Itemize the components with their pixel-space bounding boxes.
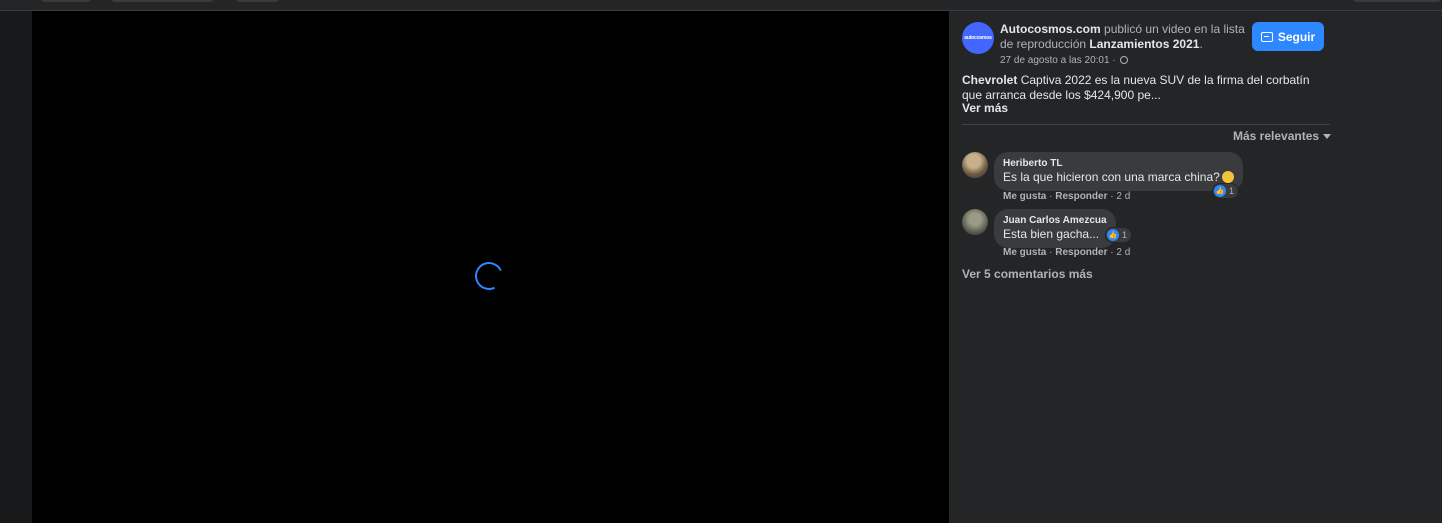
reply-link[interactable]: Responder — [1055, 247, 1107, 258]
top-bar-tab[interactable] — [40, 0, 92, 2]
playlist-link[interactable]: Lanzamientos 2021 — [1089, 37, 1199, 51]
post-side-panel: autocosmos Autocosmos.com publicó un vid… — [949, 11, 1442, 523]
loading-spinner-icon — [471, 258, 507, 294]
sort-dropdown[interactable]: Más relevantes — [1233, 129, 1332, 143]
see-more-link[interactable]: Ver más — [962, 101, 1008, 115]
sort-label: Más relevantes — [1233, 129, 1320, 143]
comment-author[interactable]: Heriberto TL — [1003, 158, 1234, 170]
top-bar-tab[interactable] — [1352, 0, 1442, 2]
page-avatar[interactable]: autocosmos — [962, 22, 994, 54]
comment-reactions[interactable]: 👍 1 — [1106, 228, 1132, 242]
comment-time[interactable]: 2 d — [1116, 247, 1130, 258]
like-link[interactable]: Me gusta — [1003, 247, 1046, 258]
comment-text-row: Es la que hicieron con una marca china? — [1003, 170, 1234, 185]
reply-link[interactable]: Responder — [1055, 191, 1107, 202]
period: . — [1199, 37, 1203, 51]
globe-icon — [1120, 56, 1129, 64]
commenter-avatar[interactable] — [962, 152, 988, 178]
comment-time[interactable]: 2 d — [1116, 191, 1130, 202]
video-player[interactable] — [32, 11, 949, 523]
thinking-emoji-icon — [1221, 171, 1234, 183]
commenter-avatar[interactable] — [962, 209, 988, 235]
like-link[interactable]: Me gusta — [1003, 191, 1046, 202]
post-description: Chevrolet Captiva 2022 es la nueva SUV d… — [962, 73, 1330, 103]
top-bar-tab[interactable] — [235, 0, 280, 2]
comment-text: Es la que hicieron con una marca china? — [1003, 170, 1220, 184]
page-name-link[interactable]: Autocosmos.com — [1000, 22, 1101, 36]
follow-button[interactable]: Seguir — [1252, 22, 1324, 51]
comment-text: Esta bien gacha... — [1003, 227, 1100, 241]
divider — [962, 124, 1330, 125]
comment-bubble: Heriberto TL Es la que hicieron con una … — [994, 152, 1243, 191]
description-brand: Chevrolet — [962, 73, 1018, 87]
comment-actions: Me gusta · Responder · 2 d — [1003, 191, 1131, 202]
comment-author[interactable]: Juan Carlos Amezcua — [1003, 215, 1107, 227]
reaction-count: 1 — [1229, 186, 1235, 196]
follow-label: Seguir — [1277, 29, 1316, 44]
caret-down-icon — [1323, 134, 1332, 139]
top-bar-tab[interactable] — [110, 0, 215, 2]
view-more-comments-link[interactable]: Ver 5 comentarios más — [962, 267, 1093, 281]
comment-bubble: Juan Carlos Amezcua Esta bien gacha... — [994, 209, 1116, 248]
post-header-text: Autocosmos.com publicó un video en la li… — [1000, 22, 1260, 52]
post-date-text[interactable]: 27 de agosto a las 20:01 · — [1000, 55, 1116, 66]
reaction-count: 1 — [1122, 230, 1128, 240]
like-icon: 👍 — [1214, 185, 1226, 197]
like-icon: 👍 — [1107, 229, 1119, 241]
top-bar — [0, 0, 1442, 11]
comment-reactions[interactable]: 👍 1 — [1213, 184, 1239, 198]
follow-icon — [1260, 31, 1273, 42]
avatar-logo-text: autocosmos — [964, 35, 992, 41]
comment-actions: Me gusta · Responder · 2 d — [1003, 247, 1131, 258]
post-date: 27 de agosto a las 20:01 · — [1000, 55, 1129, 66]
